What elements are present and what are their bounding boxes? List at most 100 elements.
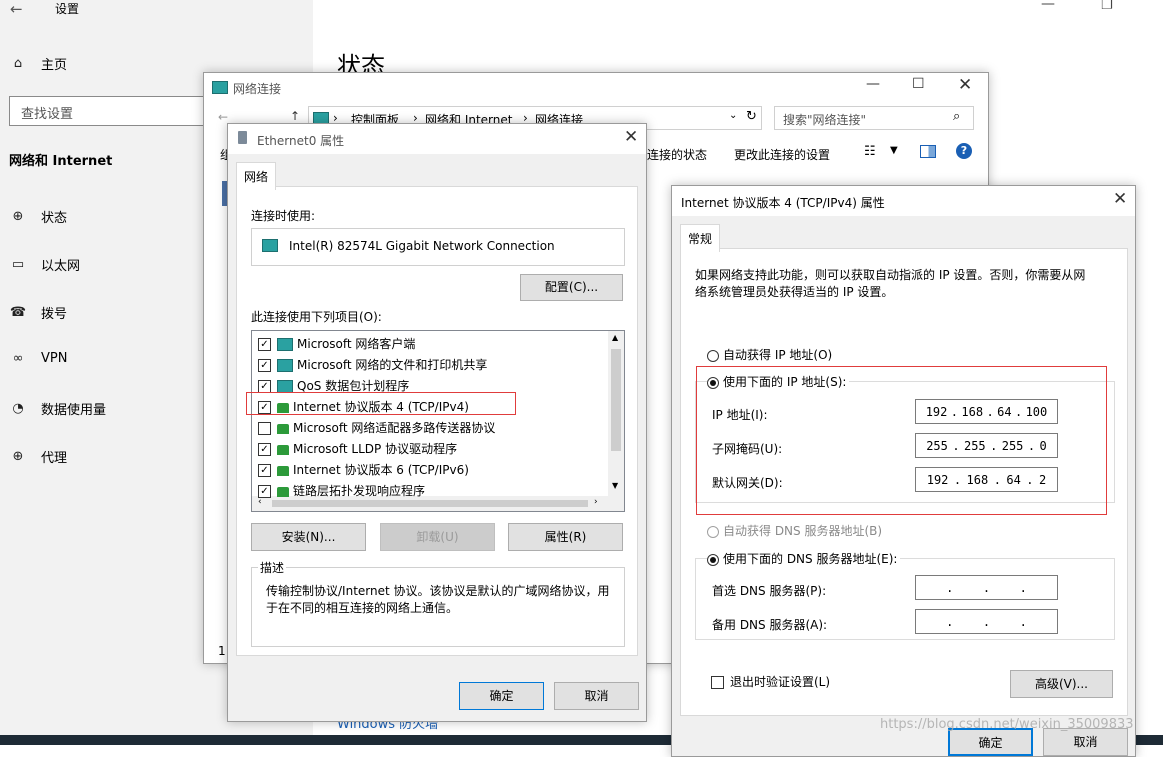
checkbox[interactable] bbox=[258, 422, 271, 435]
nav-item-data-usage[interactable]: ◔ 数据使用量 bbox=[8, 399, 106, 418]
nav-item-ethernet[interactable]: ▭ 以太网 bbox=[8, 255, 80, 274]
list-item-label: Microsoft LLDP 协议驱动程序 bbox=[293, 442, 458, 456]
checkbox[interactable]: ✓ bbox=[258, 338, 271, 351]
uninstall-button: 卸载(U) bbox=[380, 523, 495, 551]
connect-using-label: 连接时使用: bbox=[251, 209, 316, 223]
close-icon[interactable]: ✕ bbox=[624, 127, 638, 147]
tab-network[interactable]: 网络 bbox=[236, 162, 277, 190]
dialup-icon: ☎ bbox=[9, 305, 27, 320]
list-item[interactable]: ✓ Microsoft 网络客户端 bbox=[258, 335, 415, 352]
settings-search-input[interactable]: 查找设置 bbox=[9, 96, 229, 126]
alternate-dns-label: 备用 DNS 服务器(A): bbox=[712, 618, 828, 632]
nav-item-vpn[interactable]: ∞ VPN bbox=[8, 351, 68, 366]
close-icon[interactable]: ✕ bbox=[1113, 189, 1127, 209]
description-label: 描述 bbox=[258, 559, 287, 576]
vpn-icon: ∞ bbox=[12, 351, 24, 366]
nav-item-label: 以太网 bbox=[41, 259, 81, 274]
view-dropdown-icon[interactable]: ▼ bbox=[890, 145, 898, 156]
list-item[interactable]: ✓ Microsoft 网络的文件和打印机共享 bbox=[258, 356, 487, 373]
up-arrow-icon[interactable]: ↑ bbox=[290, 109, 300, 123]
radio-button-selected[interactable] bbox=[707, 553, 719, 566]
ok-button[interactable]: 确定 bbox=[459, 682, 544, 710]
network-adapter-icon bbox=[262, 239, 278, 252]
status-count: 1 bbox=[218, 644, 226, 658]
components-list[interactable]: ▲ ▼ ‹ › ✓ Microsoft 网络客户端 ✓ Microsoft 网络的文… bbox=[251, 330, 625, 512]
list-item-label: 链路层拓扑发现响应程序 bbox=[293, 484, 426, 498]
preview-pane-icon[interactable] bbox=[920, 145, 936, 158]
ip-highlight-box bbox=[696, 366, 1107, 515]
minimize-icon[interactable]: — bbox=[866, 76, 880, 92]
ipv4-dialog-title: Internet 协议版本 4 (TCP/IPv4) 属性 bbox=[681, 196, 885, 210]
monitor-icon: ▭ bbox=[11, 257, 25, 272]
scroll-up-icon[interactable]: ▲ bbox=[612, 333, 618, 342]
nav-item-proxy[interactable]: ⊕ 代理 bbox=[8, 447, 67, 466]
radio-button-disabled bbox=[707, 525, 719, 538]
manual-dns-label: 使用下面的 DNS 服务器地址(E): bbox=[723, 552, 898, 566]
scroll-right-icon[interactable]: › bbox=[594, 497, 598, 507]
netconn-search-input[interactable]: 搜索"网络连接" ⌕ bbox=[774, 106, 974, 130]
section-title: 网络和 Internet bbox=[9, 154, 113, 169]
properties-button[interactable]: 属性(R) bbox=[508, 523, 623, 551]
help-icon[interactable]: ? bbox=[956, 143, 972, 159]
validate-label: 退出时验证设置(L) bbox=[730, 675, 831, 689]
list-item[interactable]: ✓ Internet 协议版本 6 (TCP/IPv6) bbox=[258, 461, 469, 478]
list-item[interactable]: Microsoft 网络适配器多路传送器协议 bbox=[258, 419, 495, 436]
scrollbar-thumb[interactable] bbox=[611, 349, 621, 451]
cancel-button[interactable]: 取消 bbox=[554, 682, 639, 710]
maximize-icon[interactable]: ☐ bbox=[912, 76, 925, 92]
protocol-icon bbox=[277, 486, 289, 497]
list-item-label: QoS 数据包计划程序 bbox=[297, 379, 410, 393]
nav-home-label: 主页 bbox=[41, 58, 68, 73]
auto-dns-option: 自动获得 DNS 服务器地址(B) bbox=[707, 522, 882, 539]
tab-general[interactable]: 常规 bbox=[680, 224, 721, 252]
nav-home[interactable]: ⌂ 主页 bbox=[8, 54, 67, 73]
home-icon: ⌂ bbox=[13, 56, 23, 71]
restore-icon[interactable]: ❐ bbox=[1101, 0, 1113, 13]
nav-item-status[interactable]: ⊕ 状态 bbox=[8, 207, 67, 226]
close-icon[interactable]: ✕ bbox=[958, 75, 972, 95]
data-usage-icon: ◔ bbox=[12, 401, 24, 416]
radio-button[interactable] bbox=[707, 349, 719, 362]
checkbox[interactable]: ✓ bbox=[258, 464, 271, 477]
alternate-dns-field[interactable]: ... bbox=[915, 609, 1058, 634]
ipv4-highlight-box bbox=[246, 392, 516, 415]
connection-status-command[interactable]: 连接的状态 bbox=[647, 146, 707, 163]
advanced-button[interactable]: 高级(V)... bbox=[1010, 670, 1113, 698]
checkbox[interactable]: ✓ bbox=[258, 485, 271, 498]
scroll-down-icon[interactable]: ▼ bbox=[612, 481, 618, 490]
checkbox[interactable]: ✓ bbox=[258, 443, 271, 456]
configure-button[interactable]: 配置(C)... bbox=[520, 274, 623, 301]
ethernet-properties-dialog: Ethernet0 属性 ✕ 网络 连接时使用: Intel(R) 82574L… bbox=[227, 123, 647, 722]
chevron-down-icon[interactable]: ⌄ bbox=[729, 110, 737, 121]
list-item[interactable]: ✓ Microsoft LLDP 协议驱动程序 bbox=[258, 440, 457, 457]
hscrollbar-thumb[interactable] bbox=[272, 500, 588, 507]
nav-item-label: 状态 bbox=[41, 211, 68, 226]
view-options-icon[interactable]: ☷ bbox=[864, 144, 876, 159]
refresh-icon[interactable]: ↻ bbox=[746, 109, 757, 124]
auto-ip-option[interactable]: 自动获得 IP 地址(O) bbox=[707, 346, 832, 363]
change-settings-command[interactable]: 更改此连接的设置 bbox=[734, 146, 830, 163]
watermark-text: https://blog.csdn.net/weixin_35009833 bbox=[880, 717, 1134, 732]
ok-button[interactable]: 确定 bbox=[948, 728, 1033, 756]
service-icon bbox=[277, 359, 293, 372]
description-text: 传输控制协议/Internet 协议。该协议是默认的广域网络协议，用于在不同的相… bbox=[266, 584, 610, 615]
description-group: 描述 传输控制协议/Internet 协议。该协议是默认的广域网络协议，用于在不… bbox=[251, 559, 625, 647]
manual-dns-option[interactable]: 使用下面的 DNS 服务器地址(E): bbox=[707, 550, 901, 567]
install-button[interactable]: 安装(N)... bbox=[251, 523, 366, 551]
list-item[interactable]: ✓ 链路层拓扑发现响应程序 bbox=[258, 482, 425, 499]
cancel-button[interactable]: 取消 bbox=[1043, 728, 1128, 756]
minimize-icon[interactable]: — bbox=[1041, 0, 1055, 12]
globe-icon: ⊕ bbox=[12, 209, 24, 224]
checkbox[interactable] bbox=[711, 676, 724, 689]
nav-item-label: 拨号 bbox=[41, 307, 68, 322]
nav-item-dialup[interactable]: ☎ 拨号 bbox=[8, 303, 67, 322]
preferred-dns-field[interactable]: ... bbox=[915, 575, 1058, 600]
client-icon bbox=[277, 338, 293, 351]
back-arrow-icon[interactable]: ← bbox=[10, 0, 23, 18]
validate-on-exit-option[interactable]: 退出时验证设置(L) bbox=[711, 673, 830, 690]
back-arrow-icon[interactable]: ← bbox=[218, 110, 228, 124]
checkbox[interactable]: ✓ bbox=[258, 359, 271, 372]
nav-item-label: 代理 bbox=[41, 451, 68, 466]
list-item-label: Microsoft 网络适配器多路传送器协议 bbox=[293, 421, 496, 435]
vertical-scrollbar[interactable]: ▲ ▼ bbox=[608, 331, 624, 496]
